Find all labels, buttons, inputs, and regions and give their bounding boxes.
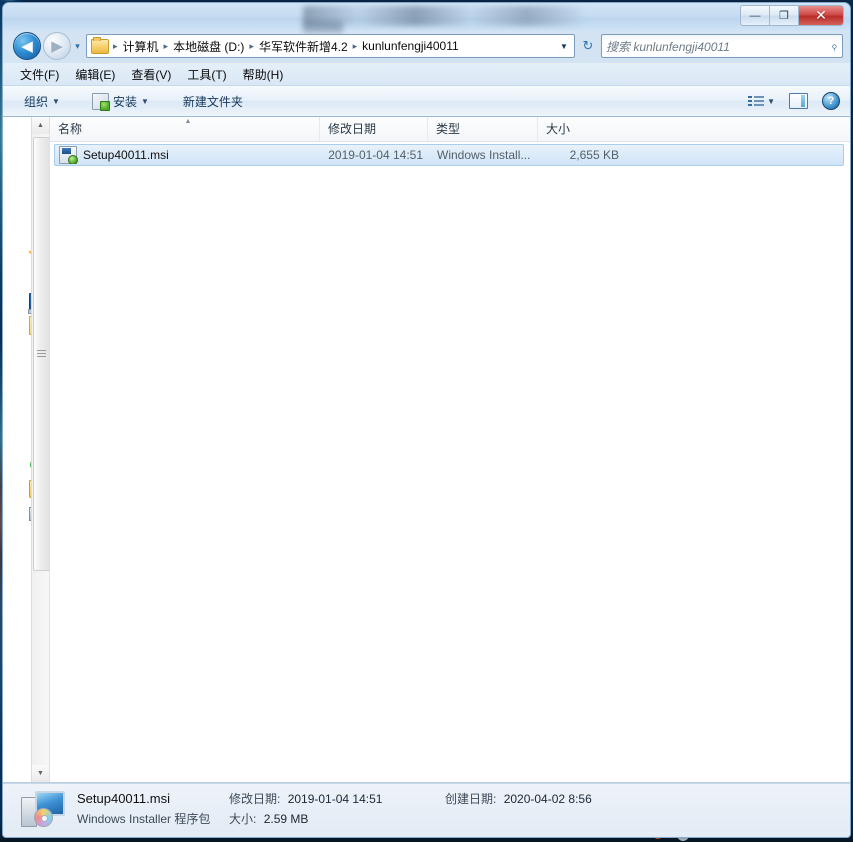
- command-bar: 组织 ▼ 安装 ▼ 新建文件夹 ▼ ?: [3, 85, 850, 117]
- table-row[interactable]: Setup40011.msi 2019-01-04 14:51 Windows …: [54, 144, 844, 166]
- content-area: ★ ▲ ▼ 名称 修改日期 类型 大小: [3, 117, 850, 783]
- breadcrumb-separator[interactable]: ▸: [162, 41, 171, 52]
- new-folder-button[interactable]: 新建文件夹: [174, 89, 252, 114]
- details-size-value: 2.59 MB: [263, 811, 309, 826]
- breadcrumb-drive-d[interactable]: 本地磁盘 (D:): [170, 36, 247, 57]
- chevron-down-icon[interactable]: ▼: [556, 36, 572, 56]
- chevron-down-icon[interactable]: ▼: [767, 97, 775, 106]
- details-created-label: 创建日期:: [445, 791, 497, 806]
- menu-edit[interactable]: 编辑(E): [68, 64, 122, 85]
- breadcrumb-separator[interactable]: ▸: [111, 41, 120, 52]
- details-modified-label: 修改日期:: [229, 791, 281, 806]
- maximize-button[interactable]: ❐: [770, 5, 799, 26]
- breadcrumb-separator[interactable]: ▸: [351, 41, 360, 52]
- details-pane: Setup40011.msi 修改日期: 2019-01-04 14:51 创建…: [3, 783, 850, 832]
- details-text-block: Setup40011.msi 修改日期: 2019-01-04 14:51 创建…: [77, 790, 850, 827]
- details-modified-group: 修改日期: 2019-01-04 14:51: [229, 790, 445, 807]
- organize-label: 组织: [24, 94, 49, 109]
- forward-button[interactable]: ▶: [43, 32, 71, 60]
- installer-icon: [91, 92, 110, 111]
- file-size-cell: 2,655 KB: [569, 148, 619, 162]
- organize-button[interactable]: 组织 ▼: [15, 89, 69, 114]
- menu-help[interactable]: 帮助(H): [236, 64, 291, 85]
- file-type-cell: Windows Install...: [437, 148, 531, 162]
- file-name-cell[interactable]: Setup40011.msi: [55, 146, 321, 164]
- menu-tools[interactable]: 工具(T): [180, 64, 233, 85]
- folder-icon: [91, 36, 109, 54]
- details-size-group: 大小: 2.59 MB: [229, 810, 308, 827]
- explorer-window: — ❐ ✕ ◀ ▶ ▾ ▸ 计算机 ▸ 本地磁盘 (D:) ▸ 华军软件新增4.…: [2, 2, 851, 838]
- details-modified-value: 2019-01-04 14:51: [287, 791, 383, 806]
- file-name-label: Setup40011.msi: [83, 148, 169, 162]
- close-button[interactable]: ✕: [799, 5, 844, 26]
- search-input[interactable]: 搜索 kunlunfengji40011 ⌕: [601, 34, 843, 58]
- window-controls: — ❐ ✕: [740, 5, 844, 26]
- scrollbar-thumb[interactable]: [33, 137, 49, 571]
- address-bar[interactable]: ▸ 计算机 ▸ 本地磁盘 (D:) ▸ 华军软件新增4.2 ▸ kunlunfe…: [86, 34, 575, 58]
- column-header-size[interactable]: 大小: [538, 117, 622, 141]
- column-headers: 名称 修改日期 类型 大小: [50, 117, 850, 142]
- details-line-secondary: Windows Installer 程序包 大小: 2.59 MB: [77, 810, 850, 827]
- breadcrumb-computer[interactable]: 计算机: [120, 36, 162, 57]
- details-line-primary: Setup40011.msi 修改日期: 2019-01-04 14:51 创建…: [77, 790, 850, 807]
- scrollbar-grip: [37, 350, 46, 358]
- column-header-type[interactable]: 类型: [428, 117, 538, 141]
- menu-file[interactable]: 文件(F): [13, 64, 66, 85]
- breadcrumb-huajun-folder[interactable]: 华军软件新增4.2: [256, 36, 351, 57]
- details-file-kind: Windows Installer 程序包: [77, 811, 211, 826]
- scroll-up-icon[interactable]: ▲: [32, 117, 49, 134]
- details-created-value: 2020-04-02 8:56: [503, 791, 592, 806]
- msi-package-large-icon: [21, 789, 65, 827]
- new-folder-label: 新建文件夹: [182, 94, 243, 109]
- help-icon[interactable]: ?: [822, 92, 840, 110]
- refresh-icon[interactable]: ↻: [577, 35, 599, 57]
- scroll-down-icon[interactable]: ▼: [32, 765, 49, 782]
- chevron-down-icon: ▼: [140, 96, 149, 106]
- recent-pages-dropdown-icon[interactable]: ▾: [71, 34, 84, 58]
- install-button[interactable]: 安装 ▼: [83, 89, 158, 114]
- address-bar-row: ◀ ▶ ▾ ▸ 计算机 ▸ 本地磁盘 (D:) ▸ 华军软件新增4.2 ▸ ku…: [10, 31, 843, 61]
- command-bar-right-group: ▼ ?: [748, 92, 850, 110]
- details-file-name: Setup40011.msi: [77, 790, 170, 806]
- minimize-button[interactable]: —: [740, 5, 770, 26]
- back-button[interactable]: ◀: [13, 32, 41, 60]
- navigation-pane[interactable]: ★ ▲ ▼: [3, 117, 50, 782]
- details-size-label: 大小:: [229, 811, 257, 826]
- status-strip: [3, 832, 850, 837]
- title-bar[interactable]: — ❐ ✕: [3, 3, 850, 33]
- preview-pane-icon[interactable]: [789, 93, 808, 109]
- breadcrumb-separator[interactable]: ▸: [247, 41, 256, 52]
- search-placeholder: 搜索 kunlunfengji40011: [606, 39, 730, 54]
- install-label: 安装: [112, 94, 137, 109]
- window-title-blurred: [303, 6, 583, 26]
- details-created-group: 创建日期: 2020-04-02 8:56: [445, 790, 592, 807]
- chevron-down-icon: ▼: [52, 96, 60, 106]
- icon-disc-part: [34, 808, 53, 827]
- breadcrumb-current-folder[interactable]: kunlunfengji40011: [359, 37, 462, 55]
- msi-installer-icon: [59, 146, 78, 164]
- column-header-date-modified[interactable]: 修改日期: [320, 117, 428, 141]
- column-header-name[interactable]: 名称: [50, 117, 320, 141]
- view-options-icon[interactable]: [748, 94, 765, 109]
- menu-view[interactable]: 查看(V): [124, 64, 178, 85]
- file-date-cell: 2019-01-04 14:51: [328, 148, 423, 162]
- navigation-pane-scrollbar[interactable]: ▲ ▼: [31, 117, 49, 782]
- file-list[interactable]: 名称 修改日期 类型 大小 Setup40011.msi 2019-01-04 …: [50, 117, 850, 782]
- menu-bar: 文件(F) 编辑(E) 查看(V) 工具(T) 帮助(H): [3, 63, 850, 85]
